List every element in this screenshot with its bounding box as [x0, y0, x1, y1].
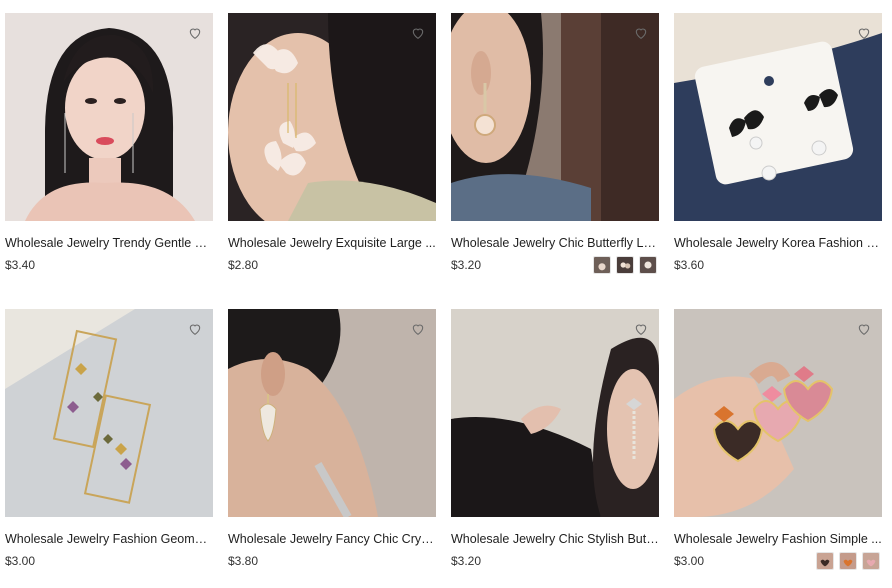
product-image[interactable] [451, 309, 659, 517]
product-title[interactable]: Wholesale Jewelry Chic Stylish Butt... [451, 531, 659, 547]
product-image[interactable] [451, 13, 659, 221]
product-title[interactable]: Wholesale Jewelry Trendy Gentle Cr... [5, 235, 213, 251]
product-photo [674, 13, 882, 221]
heart-outline-icon[interactable] [187, 25, 203, 41]
product-image[interactable] [228, 309, 436, 517]
product-title[interactable]: Wholesale Jewelry Fashion Geomet... [5, 531, 213, 547]
heart-outline-icon[interactable] [856, 321, 872, 337]
product-price: $3.20 [451, 554, 482, 568]
product-price: $3.00 [5, 554, 36, 568]
heart-outline-icon[interactable] [856, 25, 872, 41]
heart-outline-icon[interactable] [410, 321, 426, 337]
product-price: $3.20 [451, 258, 482, 272]
product-title[interactable]: Wholesale Jewelry Chic Butterfly La... [451, 235, 659, 251]
product-photo [451, 13, 659, 221]
variant-swatch[interactable] [839, 552, 857, 570]
product-photo [674, 309, 882, 517]
product-title[interactable]: Wholesale Jewelry Fancy Chic Cryst... [228, 531, 436, 547]
variant-swatch[interactable] [616, 256, 634, 274]
product-price: $3.40 [5, 258, 36, 272]
variant-swatches [593, 256, 657, 274]
product-photo [5, 13, 213, 221]
product-price: $3.60 [674, 258, 705, 272]
product-price: $2.80 [228, 258, 259, 272]
product-title[interactable]: Wholesale Jewelry Korea Fashion Bl... [674, 235, 882, 251]
product-image[interactable] [228, 13, 436, 221]
product-image[interactable] [5, 309, 213, 517]
product-photo [451, 309, 659, 517]
heart-outline-icon[interactable] [633, 321, 649, 337]
variant-swatch[interactable] [639, 256, 657, 274]
variant-swatches [816, 552, 880, 570]
heart-outline-icon[interactable] [410, 25, 426, 41]
product-title[interactable]: Wholesale Jewelry Exquisite Large ... [228, 235, 436, 251]
heart-outline-icon[interactable] [187, 321, 203, 337]
product-photo [228, 309, 436, 517]
variant-swatch[interactable] [816, 552, 834, 570]
product-price: $3.80 [228, 554, 259, 568]
product-price: $3.00 [674, 554, 705, 568]
product-image[interactable] [5, 13, 213, 221]
variant-swatch[interactable] [593, 256, 611, 274]
product-photo [5, 309, 213, 517]
variant-swatch[interactable] [862, 552, 880, 570]
product-title[interactable]: Wholesale Jewelry Fashion Simple ... [674, 531, 882, 547]
heart-outline-icon[interactable] [633, 25, 649, 41]
product-image[interactable] [674, 309, 882, 517]
product-photo [228, 13, 436, 221]
product-image[interactable] [674, 13, 882, 221]
